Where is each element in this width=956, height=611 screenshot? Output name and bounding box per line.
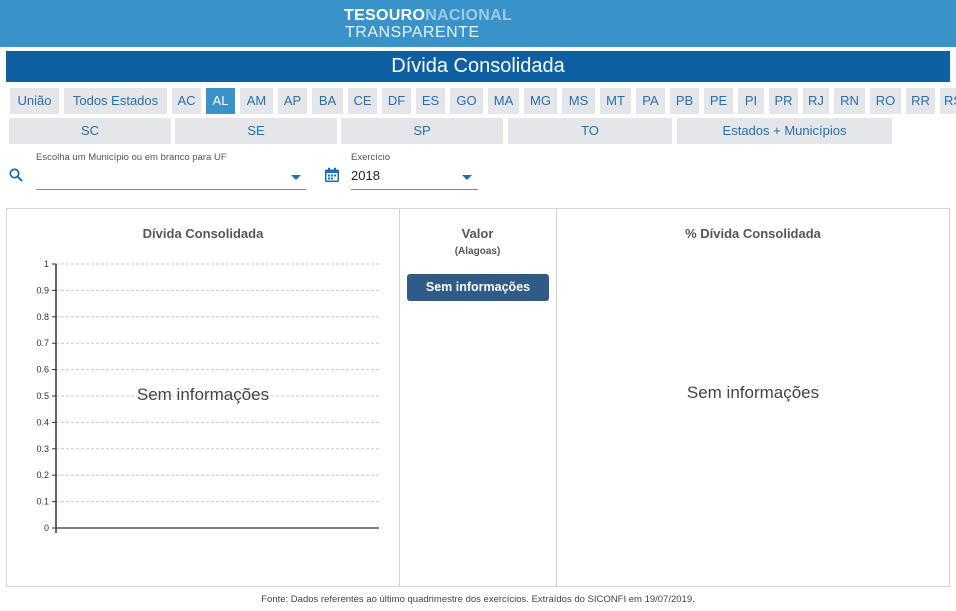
tab-al[interactable]: AL — [206, 88, 235, 114]
content-panels: Dívida Consolidada 0 0.1 0.2 0.3 0.4 0.5 0.6 0.… — [6, 208, 950, 587]
y-tick-label: 0 — [44, 523, 49, 533]
tab-df[interactable]: DF — [382, 88, 411, 114]
tab-estados-munic-pios[interactable]: Estados + Municípios — [677, 118, 892, 144]
calendar-icon[interactable] — [324, 167, 340, 183]
exercicio-dropdown-icon[interactable] — [462, 175, 472, 180]
tab-ms[interactable]: MS — [562, 88, 595, 114]
municipio-select[interactable] — [36, 168, 286, 184]
tab-rj[interactable]: RJ — [803, 88, 829, 114]
top-header: TESOURONACIONAL TRANSPARENTE — [0, 0, 956, 47]
tab-rn[interactable]: RN — [834, 88, 865, 114]
y-tick-label: 0.8 — [36, 312, 49, 322]
exercicio-label: Exercício — [351, 152, 391, 163]
municipio-dropdown-icon[interactable] — [291, 175, 301, 180]
tab-mg[interactable]: MG — [524, 88, 557, 114]
tab-ap[interactable]: AP — [278, 88, 307, 114]
tab-am[interactable]: AM — [240, 88, 273, 114]
tab-todos-estados[interactable]: Todos Estados — [64, 88, 167, 114]
right-no-info: Sem informações — [686, 383, 820, 402]
tab-ba[interactable]: BA — [312, 88, 343, 114]
tesouro-logo[interactable]: TESOURONACIONAL TRANSPARENTE — [344, 7, 514, 43]
tab-pa[interactable]: PA — [636, 88, 665, 114]
tab-união[interactable]: União — [10, 88, 59, 114]
tab-sc[interactable]: SC — [9, 118, 171, 144]
exercicio-underline — [351, 189, 478, 190]
tab-pe[interactable]: PE — [704, 88, 733, 114]
tab-ce[interactable]: CE — [348, 88, 377, 114]
municipio-underline — [36, 189, 306, 190]
tab-rs[interactable]: RS — [940, 88, 956, 114]
y-tick-label: 0.3 — [36, 444, 49, 454]
tab-ma[interactable]: MA — [488, 88, 519, 114]
left-panel-title: Dívida Consolidada — [142, 226, 264, 241]
exercicio-select[interactable]: 2018 — [351, 168, 451, 183]
tab-mt[interactable]: MT — [600, 88, 631, 114]
value-panel-subtitle: (Alagoas) — [454, 246, 501, 257]
tab-pi[interactable]: PI — [738, 88, 764, 114]
y-tick-label: 0.4 — [36, 417, 49, 427]
y-tick-label: 0.9 — [36, 285, 49, 295]
tab-to[interactable]: TO — [508, 118, 672, 144]
value-panel-title: Valor — [461, 226, 494, 241]
left-no-info: Sem informações — [136, 385, 270, 404]
value-button[interactable]: Sem informações — [407, 274, 549, 301]
y-tick-label: 0.1 — [36, 497, 49, 507]
tab-pr[interactable]: PR — [769, 88, 798, 114]
tab-se[interactable]: SE — [175, 118, 337, 144]
tab-rr[interactable]: RR — [906, 88, 935, 114]
y-tick-label: 0.2 — [36, 470, 49, 480]
search-icon[interactable] — [9, 168, 23, 182]
tab-pb[interactable]: PB — [670, 88, 699, 114]
logo-text-transparente: TRANSPARENTE — [345, 24, 480, 41]
tab-go[interactable]: GO — [450, 88, 483, 114]
page-title: Dívida Consolidada — [6, 51, 950, 82]
panel-divider — [399, 209, 400, 586]
logo-text-tesouro: TESOURO — [344, 7, 426, 24]
y-tick-label: 1 — [44, 259, 49, 269]
municipio-label: Escolha um Município ou em branco para U… — [36, 152, 227, 163]
tab-es[interactable]: ES — [416, 88, 445, 114]
logo-text-nacional: NACIONAL — [425, 7, 513, 24]
tab-ro[interactable]: RO — [870, 88, 901, 114]
tab-ac[interactable]: AC — [172, 88, 201, 114]
y-tick-label: 0.7 — [36, 338, 49, 348]
tab-sp[interactable]: SP — [341, 118, 503, 144]
footer-source: Fonte: Dados referentes ao último quadri… — [261, 594, 695, 605]
y-tick-label: 0.6 — [36, 365, 49, 375]
right-panel-title: % Dívida Consolidada — [685, 226, 821, 241]
